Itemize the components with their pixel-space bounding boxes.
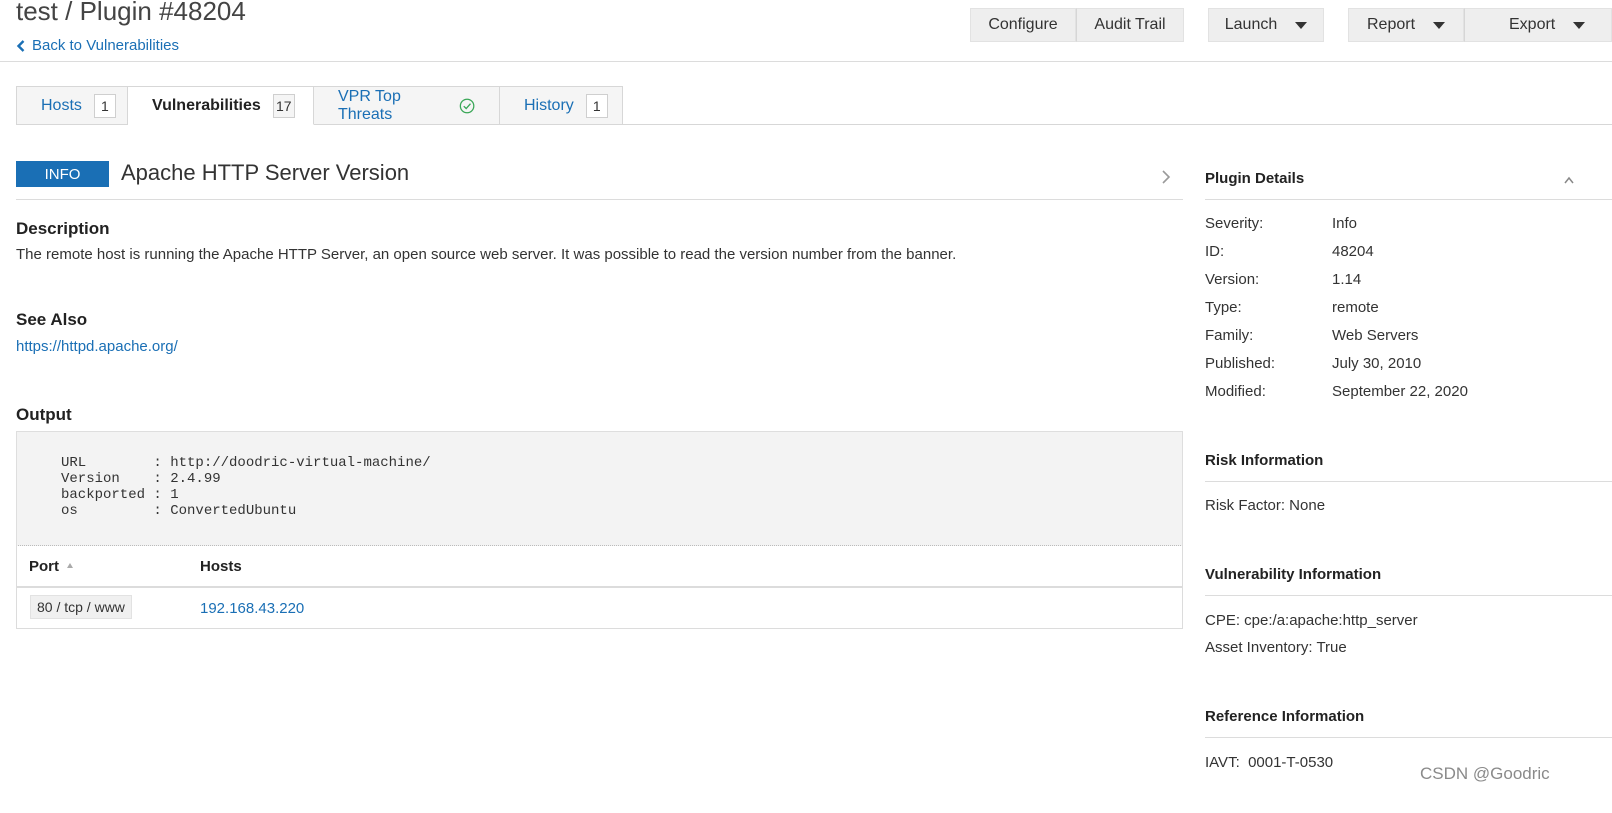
detail-value-family: Web Servers [1332,327,1419,344]
detail-value-type: remote [1332,299,1379,316]
tab-label: History [524,96,574,114]
plugin-details-heading: Plugin Details [1205,170,1305,187]
table-header-row: Port Hosts [17,545,1182,588]
detail-value-modified: September 22, 2020 [1332,383,1468,400]
configure-button[interactable]: Configure [970,8,1076,42]
detail-label-id: ID: [1205,243,1225,260]
risk-factor-text: Risk Factor: None [1205,497,1326,514]
detail-label-published: Published: [1205,355,1276,372]
audit-trail-button[interactable]: Audit Trail [1076,8,1184,42]
description-text: The remote host is running the Apache HT… [16,246,957,263]
plugin-output: URL : http://doodric-virtual-machine/ Ve… [16,431,1183,546]
sort-ascending-icon [67,563,73,568]
report-label: Report [1366,16,1416,33]
detail-value-published: July 30, 2010 [1332,355,1422,372]
chevron-right-icon[interactable] [1160,168,1172,186]
reference-information-heading: Reference Information [1205,708,1365,725]
page-header: test / Plugin #48204 Back to Vulnerabili… [0,0,1612,62]
detail-value-severity: Info [1332,215,1358,232]
tab-history[interactable]: History 1 [500,86,623,125]
severity-badge: INFO [16,161,109,187]
port-column-header[interactable]: Port [29,558,73,575]
tab-label: VPR Top Threats [338,87,401,123]
tab-label: Hosts [41,96,82,114]
back-to-vulnerabilities-link[interactable]: Back to Vulnerabilities [16,37,179,54]
vulnerability-information-heading: Vulnerability Information [1205,566,1382,583]
watermark: CSDN @Goodric [1420,764,1550,783]
host-link[interactable]: 192.168.43.220 [200,600,304,617]
detail-label-severity: Severity: [1205,215,1264,232]
caret-down-icon [1433,21,1446,29]
export-button[interactable]: Export [1464,8,1612,42]
tab-label: Vulnerabilities [152,96,261,114]
risk-information-divider [1205,481,1612,482]
tab-count-badge: 17 [272,93,295,118]
launch-group: Launch [1208,8,1324,42]
title-divider [16,199,1183,200]
detail-value-version: 1.14 [1332,271,1362,288]
check-circle-icon [459,98,475,113]
cpe-text: CPE: cpe:/a:apache:http_server [1205,612,1418,629]
caret-down-icon [1295,21,1308,29]
plugin-details-divider [1205,199,1612,200]
tab-count-badge: 1 [585,93,608,118]
port-header-label: Port [29,558,59,575]
see-also-heading: See Also [16,310,88,329]
back-link-label: Back to Vulnerabilities [32,37,180,54]
asset-inventory-text: Asset Inventory: True [1205,639,1347,656]
detail-label-version: Version: [1205,271,1260,288]
report-button[interactable]: Report [1348,8,1464,42]
configure-audit-group: Configure Audit Trail [970,8,1184,42]
detail-label-modified: Modified: [1205,383,1266,400]
tab-bar: Hosts 1 Vulnerabilities 17 VPR Top Threa… [16,86,623,125]
description-heading: Description [16,219,110,238]
iavt-text: IAVT: 0001-T-0530 [1205,754,1334,771]
launch-label: Launch [1224,16,1278,33]
tab-count-badge: 1 [93,93,116,118]
port-chip: 80 / tcp / www [30,595,132,619]
chevron-up-icon[interactable] [1564,174,1574,186]
see-also-link[interactable]: https://httpd.apache.org/ [16,338,178,355]
detail-label-type: Type: [1205,299,1242,316]
vulnerability-information-divider [1205,595,1612,596]
tab-vulnerabilities[interactable]: Vulnerabilities 17 [128,86,314,125]
launch-button[interactable]: Launch [1208,8,1324,42]
report-export-group: Report Export [1348,8,1612,42]
caret-down-icon [1573,21,1586,29]
risk-information-heading: Risk Information [1205,452,1324,469]
detail-value-id: 48204 [1332,243,1374,260]
reference-information-divider [1205,737,1612,738]
chevron-left-icon [16,39,25,52]
vulnerability-title: Apache HTTP Server Version [121,160,410,185]
ports-table: Port Hosts 80 / tcp / www 192.168.43.220 [16,545,1183,629]
tab-vpr-top-threats[interactable]: VPR Top Threats [314,86,500,125]
export-label: Export [1509,16,1556,33]
page-title: test / Plugin #48204 [16,0,246,26]
tab-hosts[interactable]: Hosts 1 [16,86,128,125]
detail-label-family: Family: [1205,327,1254,344]
hosts-column-header[interactable]: Hosts [200,558,242,575]
output-heading: Output [16,405,72,424]
